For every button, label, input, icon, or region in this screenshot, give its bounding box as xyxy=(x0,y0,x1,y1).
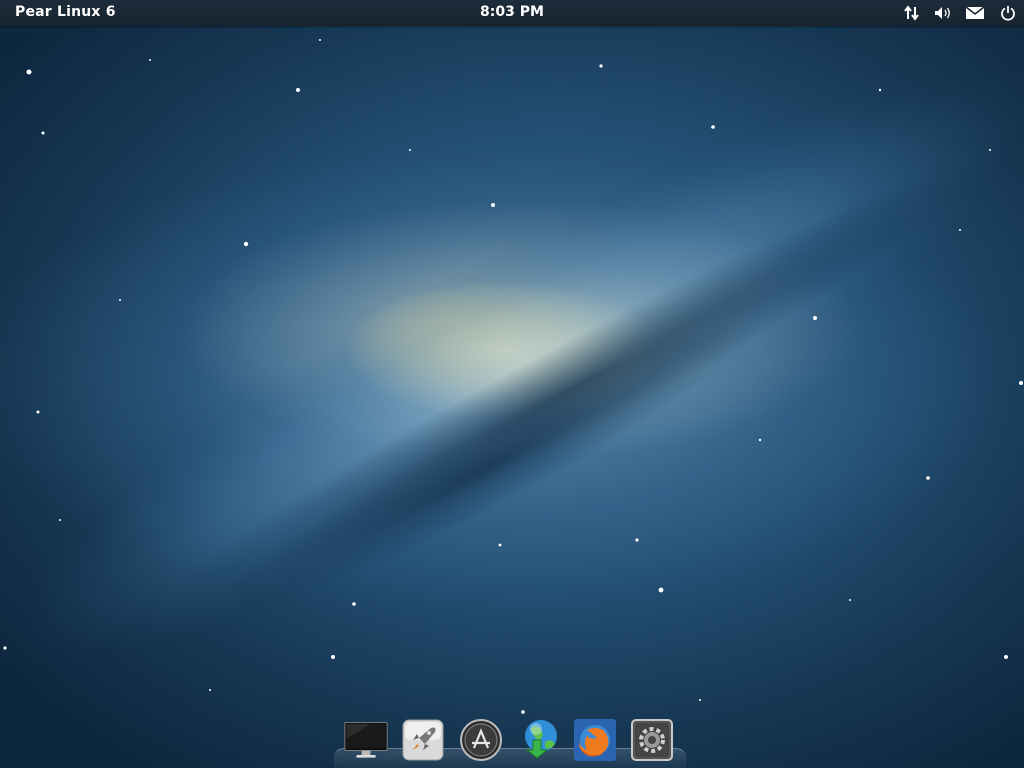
galaxy-wallpaper xyxy=(3,39,1023,714)
clock[interactable]: 8:03 PM xyxy=(0,4,1024,20)
app-store-icon[interactable] xyxy=(459,718,503,762)
top-panel: Pear Linux 6 8:03 PM xyxy=(0,0,1024,26)
mail-icon[interactable] xyxy=(965,4,985,22)
display-icon[interactable] xyxy=(344,718,388,762)
software-update-globe-icon[interactable] xyxy=(517,718,561,762)
network-arrows-icon[interactable] xyxy=(902,4,922,22)
galaxy-disc xyxy=(27,85,1023,653)
power-icon[interactable] xyxy=(998,4,1018,22)
firefox-icon[interactable] xyxy=(573,718,617,762)
system-settings-icon[interactable] xyxy=(630,718,674,762)
volume-icon[interactable] xyxy=(933,4,953,22)
launchpad-rocket-icon[interactable] xyxy=(401,718,445,762)
dock xyxy=(334,712,686,768)
